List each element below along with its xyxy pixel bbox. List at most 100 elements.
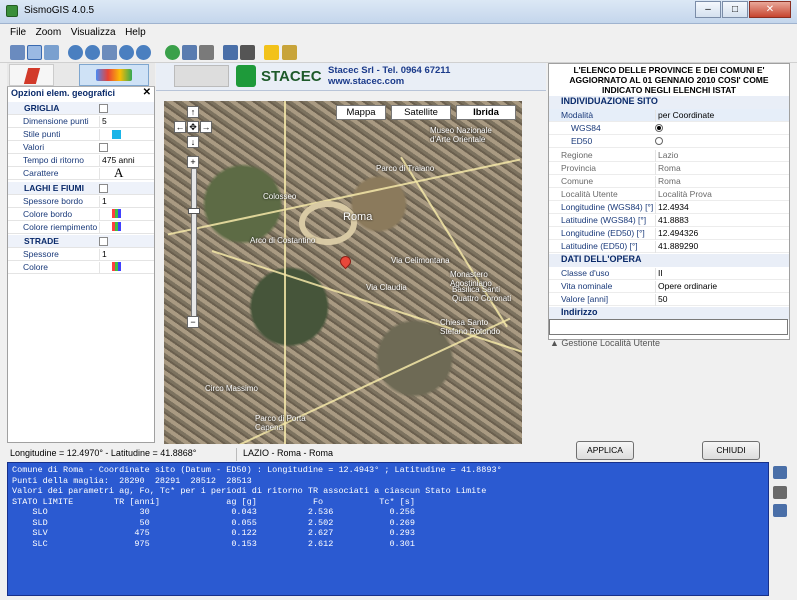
- option-value[interactable]: 5: [99, 116, 107, 128]
- option-row[interactable]: Stile punti: [8, 128, 154, 141]
- zoom-minus-icon[interactable]: −: [187, 316, 199, 328]
- row-value[interactable]: 50: [655, 294, 667, 306]
- option-row[interactable]: Colore riempimento: [8, 221, 154, 234]
- close-button[interactable]: ✕: [749, 1, 791, 18]
- griglia-checkbox[interactable]: [99, 104, 108, 113]
- color-grid-icon[interactable]: [112, 209, 121, 218]
- option-row[interactable]: Spessore 1: [8, 248, 154, 261]
- option-row[interactable]: Colore: [8, 261, 154, 274]
- option-row[interactable]: Colore bordo: [8, 208, 154, 221]
- option-value[interactable]: 1: [99, 196, 107, 208]
- tab-google-maps[interactable]: [79, 64, 149, 86]
- export-icon[interactable]: [773, 504, 787, 517]
- zoom-plus-icon[interactable]: +: [187, 156, 199, 168]
- refresh-icon[interactable]: [165, 45, 180, 60]
- row-value[interactable]: 12.4934: [655, 202, 689, 214]
- layers-icon[interactable]: [199, 45, 214, 60]
- save-icon[interactable]: [773, 466, 787, 479]
- pointer-icon[interactable]: [44, 45, 59, 60]
- color-grid-icon[interactable]: [112, 222, 121, 231]
- help-icon[interactable]: [282, 45, 297, 60]
- results-console[interactable]: Comune di Roma - Coordinate sito (Datum …: [7, 462, 769, 596]
- map-type-ibrida[interactable]: Ibrida: [456, 105, 516, 120]
- close-panel-button[interactable]: CHIUDI: [702, 441, 760, 460]
- map-type-mappa[interactable]: Mappa: [336, 105, 386, 120]
- table-row[interactable]: Regione Lazio: [549, 149, 789, 162]
- grid-icon[interactable]: [182, 45, 197, 60]
- pan-center-icon[interactable]: ✥: [187, 121, 199, 133]
- row-label: Provincia: [561, 163, 596, 173]
- zoom-extent-icon[interactable]: [102, 45, 117, 60]
- option-row[interactable]: Spessore bordo 1: [8, 195, 154, 208]
- select-icon[interactable]: [10, 45, 25, 60]
- modalita-row[interactable]: Modalità per Coordinate: [549, 109, 789, 122]
- option-value[interactable]: [99, 209, 121, 221]
- zoom-in-icon[interactable]: [68, 45, 83, 60]
- option-value[interactable]: 1: [99, 249, 107, 261]
- table-row[interactable]: Valore [anni] 50: [549, 293, 789, 306]
- row-value[interactable]: 41.8883: [655, 215, 689, 227]
- menu-visualizza[interactable]: Visualizza: [67, 25, 119, 38]
- table-row[interactable]: Latitudine (WGS84) [°] 41.8883: [549, 214, 789, 227]
- section-individuazione-sito: INDIVIDUAZIONE SITO: [549, 96, 789, 109]
- menu-help[interactable]: Help: [121, 25, 149, 38]
- address-input[interactable]: [549, 319, 788, 335]
- pan-left-icon[interactable]: ←: [174, 121, 186, 133]
- print-icon[interactable]: [773, 486, 787, 499]
- section-label: GRIGLIA: [24, 103, 60, 113]
- font-icon[interactable]: A: [99, 166, 123, 180]
- option-row[interactable]: Dimensione punti 5: [8, 115, 154, 128]
- table-row[interactable]: Vita nominale Opere ordinarie: [549, 280, 789, 293]
- pan-down-icon[interactable]: ↓: [187, 136, 199, 148]
- strade-checkbox[interactable]: [99, 237, 108, 246]
- print-icon[interactable]: [240, 45, 255, 60]
- maximize-button[interactable]: □: [722, 1, 748, 18]
- chart-thumb-icon[interactable]: [174, 65, 229, 87]
- table-row[interactable]: Longitudine (WGS84) [°] 12.4934: [549, 201, 789, 214]
- warning-icon[interactable]: [264, 45, 279, 60]
- minimize-button[interactable]: –: [695, 1, 721, 18]
- menu-file[interactable]: File: [0, 25, 29, 38]
- ed50-row[interactable]: ED50: [549, 135, 789, 148]
- gestione-localita[interactable]: ▲ Gestione Località Utente: [550, 338, 790, 348]
- option-row[interactable]: Valori: [8, 141, 154, 154]
- table-row[interactable]: Classe d'uso II: [549, 267, 789, 280]
- menu-zoom[interactable]: Zoom: [32, 25, 65, 38]
- color-swatch[interactable]: [112, 130, 121, 139]
- company-url[interactable]: www.stacec.com: [328, 76, 404, 87]
- pan-right-icon[interactable]: →: [200, 121, 212, 133]
- table-row[interactable]: Provincia Roma: [549, 162, 789, 175]
- row-value[interactable]: Opere ordinarie: [655, 281, 717, 293]
- zoom-slider[interactable]: [191, 168, 197, 318]
- row-value[interactable]: 12.494326: [655, 228, 698, 240]
- table-row[interactable]: Latitudine (ED50) [°] 41.889290: [549, 240, 789, 253]
- zoom-previous-icon[interactable]: [136, 45, 151, 60]
- option-value[interactable]: [99, 262, 121, 274]
- row-value[interactable]: 41.889290: [655, 241, 698, 253]
- wgs84-radio[interactable]: [655, 124, 663, 132]
- map-type-satellite[interactable]: Satellite: [391, 105, 451, 120]
- pan-icon[interactable]: [27, 45, 42, 60]
- option-value[interactable]: [99, 129, 121, 141]
- color-grid-icon[interactable]: [112, 262, 121, 271]
- valori-checkbox[interactable]: [99, 143, 108, 152]
- option-value[interactable]: [99, 222, 121, 234]
- wgs84-row[interactable]: WGS84: [549, 122, 789, 135]
- table-row[interactable]: Comune Roma: [549, 175, 789, 188]
- modalita-select[interactable]: per Coordinate: [655, 110, 714, 122]
- tab-italy-map[interactable]: [9, 64, 54, 86]
- zoom-slider-thumb[interactable]: [188, 208, 200, 214]
- laghi-checkbox[interactable]: [99, 184, 108, 193]
- zoom-out-icon[interactable]: [85, 45, 100, 60]
- table-row[interactable]: Località Utente Località Prova: [549, 188, 789, 201]
- pan-up-icon[interactable]: ↑: [187, 106, 199, 118]
- close-icon[interactable]: ✕: [143, 87, 151, 98]
- ed50-radio[interactable]: [655, 137, 663, 145]
- table-row[interactable]: Longitudine (ED50) [°] 12.494326: [549, 227, 789, 240]
- option-row[interactable]: Tempo di ritorno 475 anni: [8, 154, 154, 167]
- row-value[interactable]: II: [655, 268, 663, 280]
- option-row[interactable]: Carattere A: [8, 166, 154, 180]
- apply-button[interactable]: APPLICA: [576, 441, 634, 460]
- zoom-window-icon[interactable]: [119, 45, 134, 60]
- copy-icon[interactable]: [223, 45, 238, 60]
